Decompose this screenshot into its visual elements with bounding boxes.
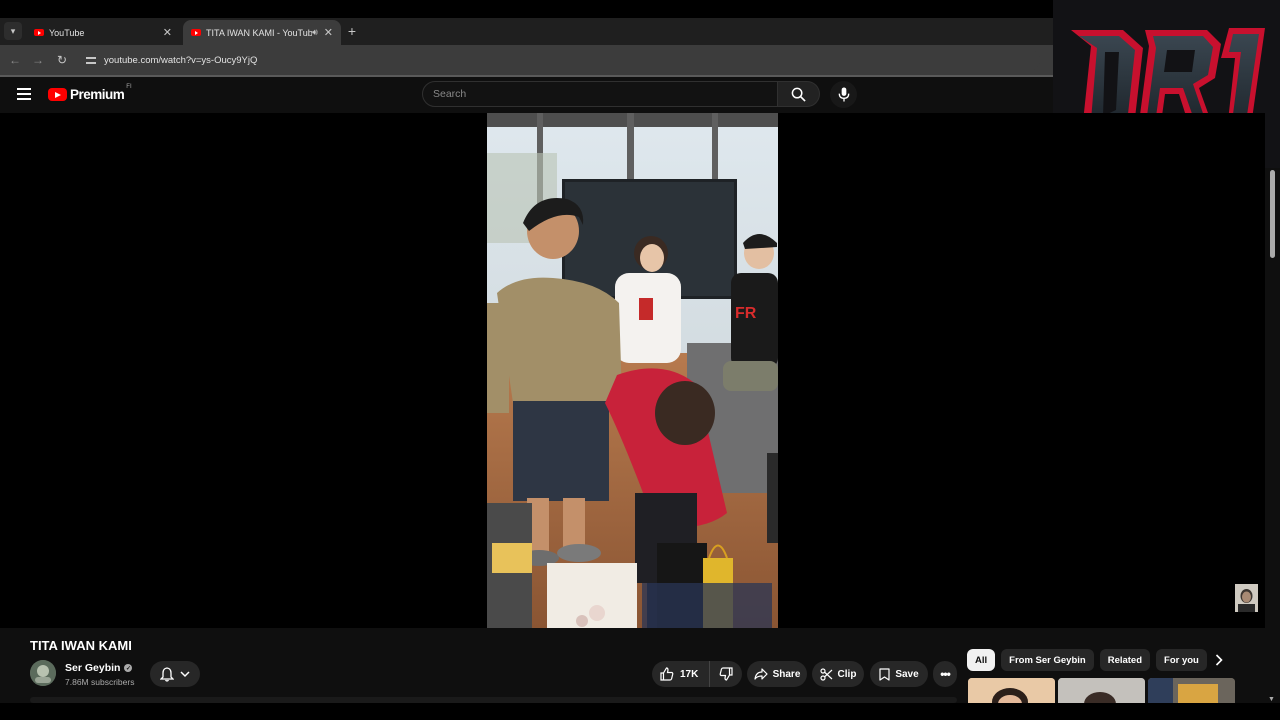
scissors-icon xyxy=(819,667,832,681)
youtube-premium-logo[interactable]: Premium FI xyxy=(48,84,132,102)
chip-from-channel[interactable]: From Ser Geybin xyxy=(1001,649,1094,671)
recommendation-chips: All From Ser Geybin Related For you xyxy=(967,649,1207,671)
close-tab-icon[interactable]: ✕ xyxy=(324,26,333,39)
save-label: Save xyxy=(895,668,919,680)
tab-search-button[interactable]: ▾ xyxy=(4,22,22,40)
like-button[interactable]: 17K xyxy=(652,661,710,687)
brand-text: Premium xyxy=(70,87,125,102)
new-tab-button[interactable]: + xyxy=(344,22,360,40)
subscriber-count: 7.86M subscribers xyxy=(65,677,135,687)
page-scrollbar[interactable]: ▼ xyxy=(1265,168,1280,703)
scroll-down-arrow-icon[interactable]: ▼ xyxy=(1268,696,1275,703)
microphone-icon xyxy=(838,87,849,102)
site-info-icon[interactable] xyxy=(86,55,96,65)
more-actions-button[interactable]: ••• xyxy=(933,661,957,687)
video-title: TITA IWAN KAMI xyxy=(30,638,132,653)
chip-for-you[interactable]: For you xyxy=(1156,649,1207,671)
recommendation-thumbnail[interactable] xyxy=(1148,678,1235,704)
tab-video[interactable]: TITA IWAN KAMI - YouTube 🔊︎ ✕ xyxy=(183,20,341,45)
youtube-favicon-icon xyxy=(191,29,201,36)
thumbnail-image xyxy=(1058,678,1145,704)
youtube-favicon-icon xyxy=(34,29,44,36)
verified-check-icon: ✓ xyxy=(124,664,133,672)
back-arrow-icon[interactable]: ← xyxy=(7,52,23,68)
notifications-button[interactable] xyxy=(150,661,200,687)
video-frame[interactable]: FR xyxy=(487,113,778,628)
share-button[interactable]: Share xyxy=(747,661,807,687)
recommendation-thumbnail[interactable] xyxy=(1058,678,1145,704)
country-code: FI xyxy=(126,84,132,90)
reload-icon[interactable]: ↻ xyxy=(54,52,70,68)
like-dislike-group: 17K xyxy=(652,661,742,687)
thumbnail-image xyxy=(968,678,1055,704)
browser-tab-bar: ▾ YouTube ✕ TITA IWAN KAMI - YouTube 🔊︎ … xyxy=(0,18,1053,45)
bottom-black-strip xyxy=(0,703,1280,720)
person-avatar-icon xyxy=(1235,584,1258,612)
url-text: youtube.com/watch?v=ys-Oucy9YjQ xyxy=(104,54,258,66)
share-arrow-icon xyxy=(753,668,768,680)
search-bar xyxy=(422,81,820,107)
bell-icon xyxy=(160,666,174,682)
thumbnail-image xyxy=(1148,678,1235,704)
search-icon xyxy=(791,87,806,102)
forward-arrow-icon[interactable]: → xyxy=(30,52,46,68)
screen: ▾ YouTube ✕ TITA IWAN KAMI - YouTube 🔊︎ … xyxy=(0,0,1280,720)
address-bar[interactable]: youtube.com/watch?v=ys-Oucy9YjQ xyxy=(80,49,1040,71)
video-content-image: FR xyxy=(487,113,778,628)
thumbs-down-icon xyxy=(719,667,733,681)
channel-avatar[interactable] xyxy=(30,660,56,686)
clip-label: Clip xyxy=(837,668,857,680)
clip-button[interactable]: Clip xyxy=(812,661,864,687)
recommendation-thumbnail[interactable] xyxy=(968,678,1055,704)
video-player[interactable]: FR xyxy=(0,113,1265,628)
menu-icon[interactable] xyxy=(17,88,31,100)
share-label: Share xyxy=(772,668,801,680)
chip-related[interactable]: Related xyxy=(1099,649,1151,671)
like-count: 17K xyxy=(680,668,699,680)
chips-next-button[interactable] xyxy=(1208,649,1230,671)
tab-title: TITA IWAN KAMI - YouTube xyxy=(206,27,313,38)
channel-name-text: Ser Geybin xyxy=(65,662,121,674)
save-button[interactable]: Save xyxy=(870,661,928,687)
svg-text:FR: FR xyxy=(735,305,757,322)
scrollbar-thumb[interactable] xyxy=(1270,170,1275,258)
speaker-icon[interactable]: 🔊︎ xyxy=(312,27,318,38)
tab-youtube[interactable]: YouTube ✕ xyxy=(26,20,180,45)
chip-all[interactable]: All xyxy=(967,649,996,671)
close-tab-icon[interactable]: ✕ xyxy=(163,26,172,39)
channel-name[interactable]: Ser Geybin ✓ xyxy=(65,662,133,674)
thumbs-up-icon xyxy=(660,667,674,681)
channel-logo-icon xyxy=(30,660,56,686)
more-icon: ••• xyxy=(940,667,951,681)
browser-toolbar: ← → ↻ youtube.com/watch?v=ys-Oucy9YjQ xyxy=(0,45,1053,75)
search-input[interactable] xyxy=(422,81,778,107)
youtube-masthead: Premium FI xyxy=(0,77,1053,113)
bookmark-icon xyxy=(879,667,890,681)
dislike-button[interactable] xyxy=(710,661,742,687)
tab-title: YouTube xyxy=(49,27,85,38)
floating-avatar[interactable] xyxy=(1235,584,1258,612)
voice-search-button[interactable] xyxy=(830,81,857,108)
search-button[interactable] xyxy=(778,81,820,107)
chevron-right-icon xyxy=(1215,654,1223,666)
chevron-down-icon xyxy=(180,670,190,677)
youtube-play-icon xyxy=(48,88,67,101)
